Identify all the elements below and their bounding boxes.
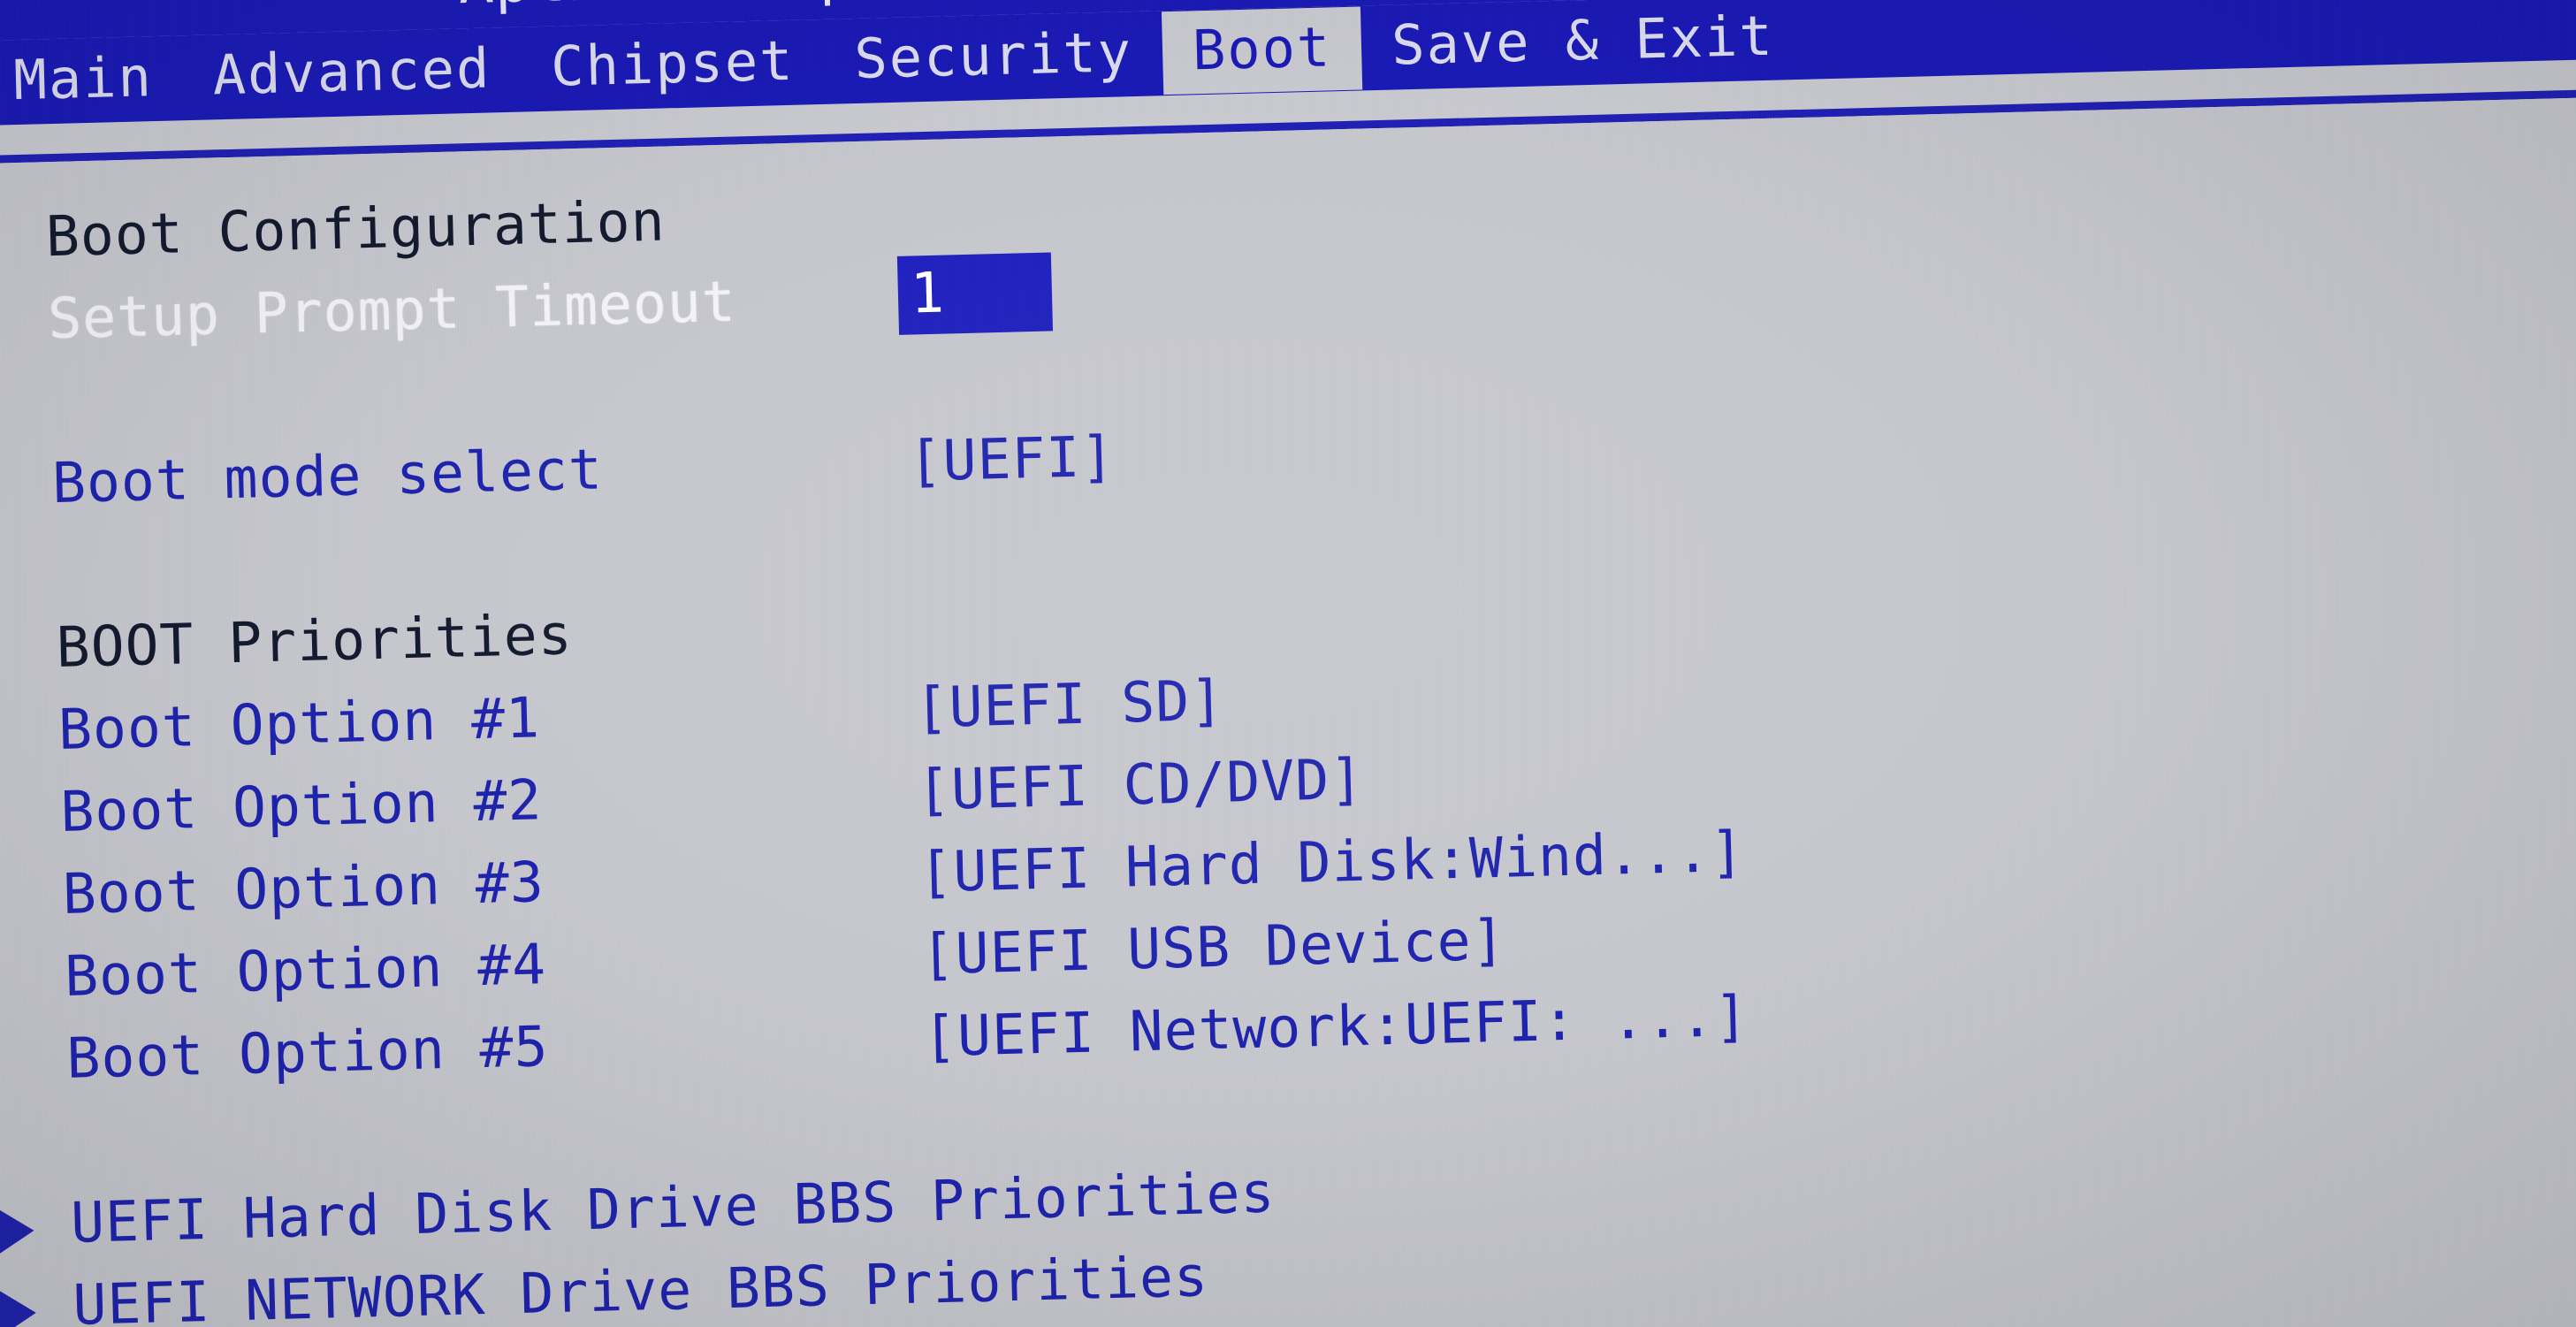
section-title-boot-configuration: Boot Configuration	[45, 188, 667, 270]
settings-panel: Boot Configuration Setup Prompt Timeout …	[0, 94, 2576, 1327]
section-title-boot-priorities: BOOT Priorities	[55, 602, 574, 681]
submenu-arrow-icon	[0, 1287, 37, 1327]
boot-option-5-label: Boot Option #5	[65, 1014, 550, 1091]
boot-option-4-label: Boot Option #4	[64, 932, 547, 1009]
aptio-setup-utility: Aptio Setup Utility - Copyright (C) 2022…	[0, 0, 2576, 1327]
boot-mode-select-label: Boot mode select	[51, 437, 604, 516]
boot-option-2-label: Boot Option #2	[59, 767, 544, 844]
tab-boot[interactable]: Boot	[1161, 6, 1363, 95]
tab-save-exit[interactable]: Save & Exit	[1360, 0, 1805, 89]
setup-prompt-timeout-label: Setup Prompt Timeout	[47, 269, 737, 352]
tab-security[interactable]: Security	[823, 11, 1163, 103]
boot-mode-select-value[interactable]: [UEFI]	[908, 424, 1116, 494]
bios-screen-photo: Aptio Setup Utility - Copyright (C) 2022…	[0, 0, 2576, 1327]
setup-prompt-timeout-input[interactable]: 1	[896, 252, 1054, 335]
tab-advanced[interactable]: Advanced	[182, 28, 522, 120]
boot-option-4-value[interactable]: [UEFI USB Device]	[920, 908, 1506, 988]
submenu-arrow-icon	[0, 1205, 35, 1257]
boot-option-1-label: Boot Option #1	[57, 685, 541, 763]
boot-option-1-value[interactable]: [UEFI SD]	[914, 668, 1225, 741]
boot-option-3-label: Boot Option #3	[61, 850, 545, 927]
tab-main[interactable]: Main	[0, 36, 184, 125]
boot-option-2-value[interactable]: [UEFI CD/DVD]	[916, 747, 1365, 823]
tab-chipset[interactable]: Chipset	[520, 20, 826, 111]
